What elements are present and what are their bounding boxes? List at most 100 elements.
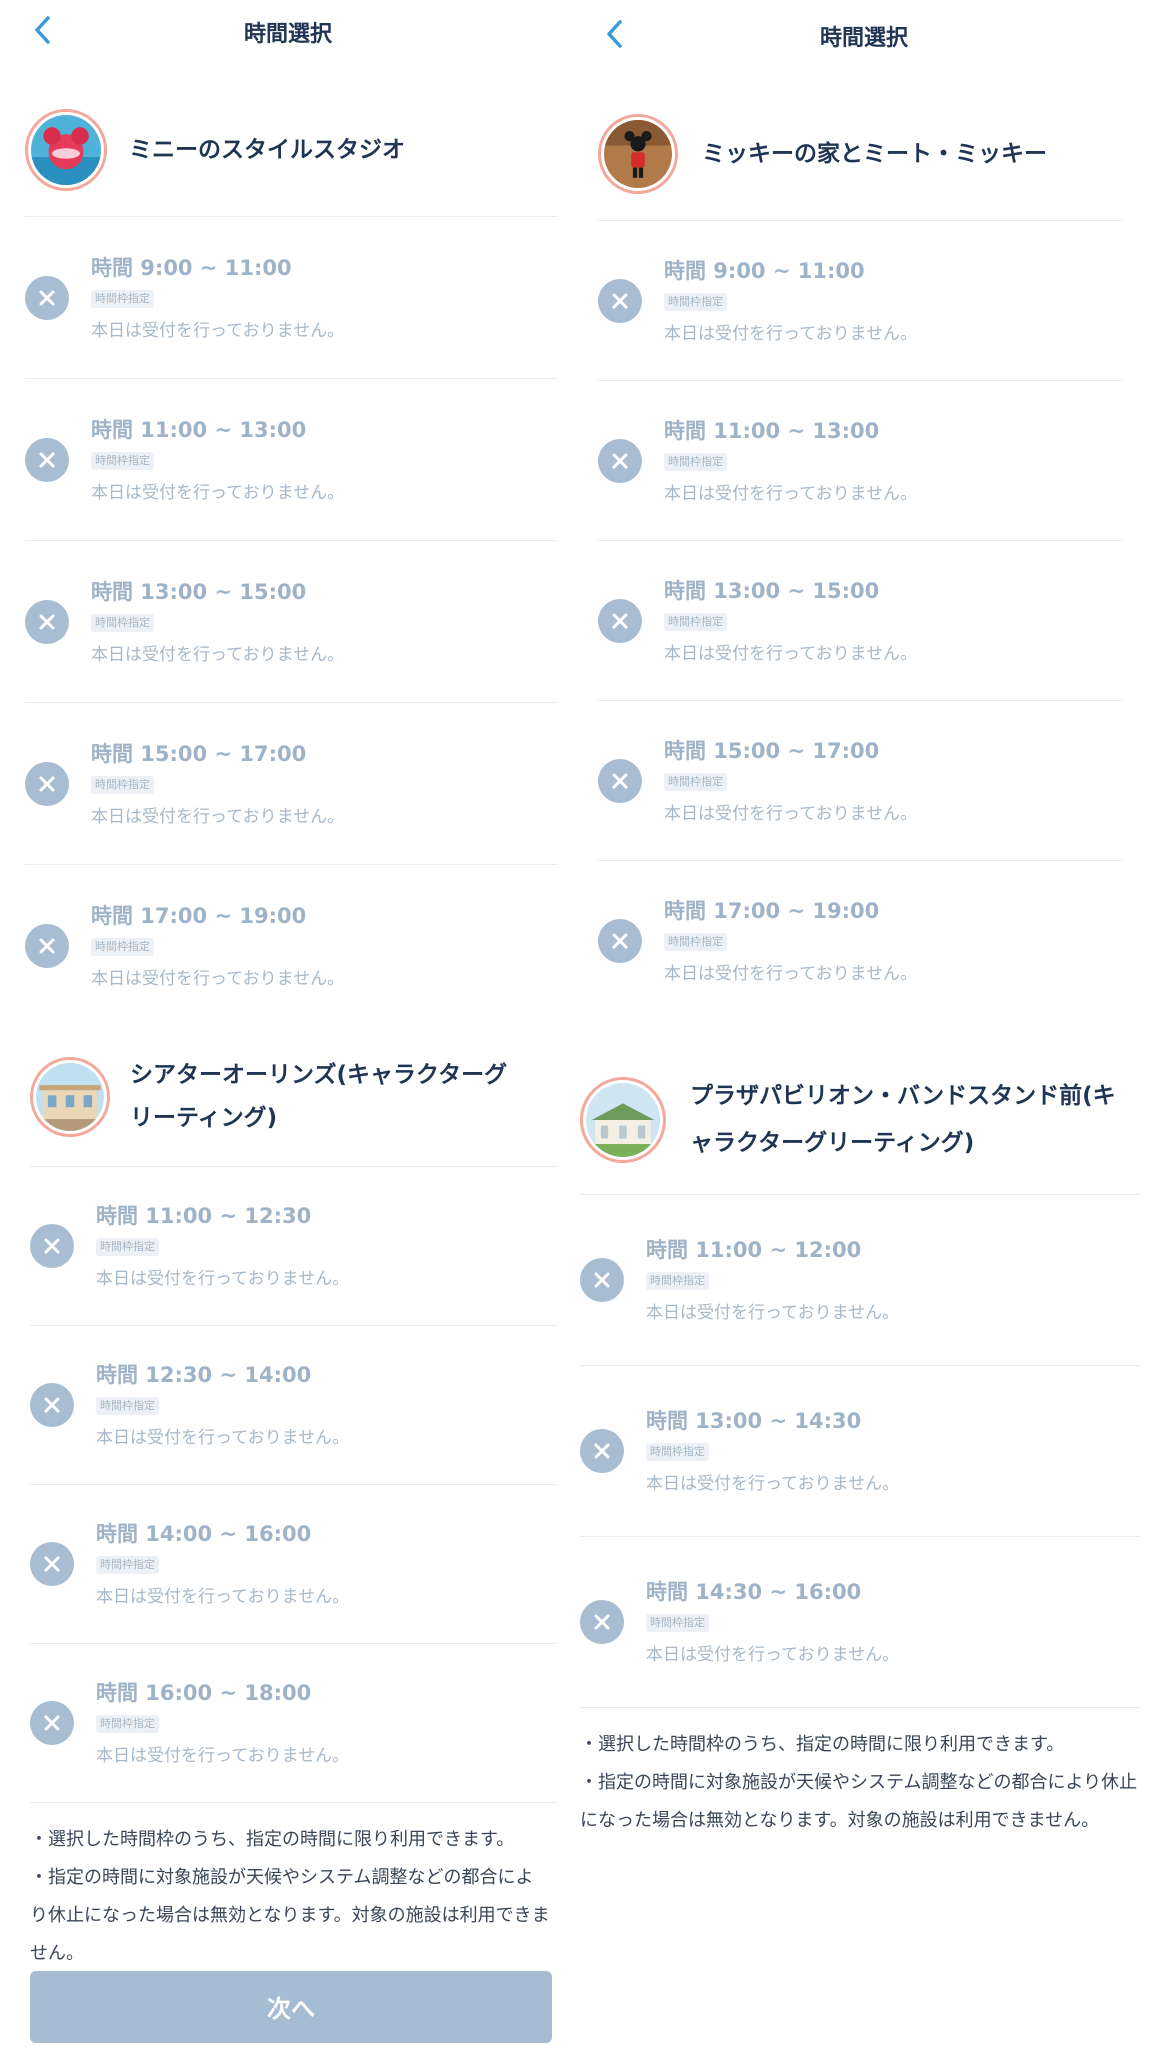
slot-time: 時間 16:00 ~ 18:00 (96, 1681, 312, 1705)
slot-tag: 時間枠指定 (91, 451, 154, 470)
slot-list: 時間 9:00 ~ 11:00 時間枠指定 本日は受付を行っておりません。 時間… (598, 220, 1123, 1021)
right-screen: 時間選択 ミッキーの家とミート・ミッキー 時間 9:00 ~ 11:00 時間枠… (576, 0, 1152, 2048)
slot-time: 時間 17:00 ~ 19:00 (664, 899, 880, 923)
slot-tag: 時間枠指定 (96, 1397, 159, 1415)
time-slot[interactable]: 時間 14:00 ~ 16:00 時間枠指定 本日は受付を行っておりません。 (30, 1485, 557, 1644)
slot-details: 時間 11:00 ~ 13:00 時間枠指定 本日は受付を行っておりません。 (664, 417, 917, 505)
slot-time: 時間 13:00 ~ 14:30 (646, 1409, 862, 1433)
notes: ・選択した時間枠のうち、指定の時間に限り利用できます。 ・指定の時間に対象施設が… (30, 1821, 550, 1973)
time-slot[interactable]: 時間 11:00 ~ 13:00 時間枠指定 本日は受付を行っておりません。 (598, 381, 1123, 541)
slot-details: 時間 13:00 ~ 15:00 時間枠指定 本日は受付を行っておりません。 (91, 578, 344, 666)
slot-details: 時間 17:00 ~ 19:00 時間枠指定 本日は受付を行っておりません。 (664, 897, 917, 985)
slot-tag: 時間枠指定 (664, 292, 727, 311)
slot-time: 時間 14:30 ~ 16:00 (646, 1580, 862, 1604)
slot-details: 時間 14:30 ~ 16:00 時間枠指定 本日は受付を行っておりません。 (646, 1578, 899, 1666)
slot-tag: 時間枠指定 (91, 613, 154, 632)
slot-status: 本日は受付を行っておりません。 (96, 1746, 350, 1766)
facility-name: ミニーのスタイルスタジオ (129, 136, 405, 163)
page-title: 時間選択 (243, 22, 332, 47)
time-slot[interactable]: 時間 11:00 ~ 12:00 時間枠指定 本日は受付を行っておりません。 (580, 1195, 1140, 1366)
close-circle-icon (25, 761, 69, 806)
mickey-house-image (604, 120, 672, 188)
slot-list: 時間 9:00 ~ 11:00 時間枠指定 本日は受付を行っておりません。 時間… (25, 216, 557, 1027)
time-slot[interactable]: 時間 16:00 ~ 18:00 時間枠指定 本日は受付を行っておりません。 (30, 1644, 557, 1803)
slot-details: 時間 13:00 ~ 14:30 時間枠指定 本日は受付を行っておりません。 (646, 1407, 899, 1495)
slot-details: 時間 15:00 ~ 17:00 時間枠指定 本日は受付を行っておりません。 (664, 737, 917, 825)
notes: ・選択した時間枠のうち、指定の時間に限り利用できます。 ・指定の時間に対象施設が… (580, 1726, 1140, 1840)
time-slot[interactable]: 時間 15:00 ~ 17:00 時間枠指定 本日は受付を行っておりません。 (25, 703, 557, 865)
facility-name: プラザパビリオン・バンドスタンド前(キャラクターグリーティング) (690, 1083, 1116, 1156)
slot-status: 本日は受付を行っておりません。 (91, 644, 345, 665)
slot-status: 本日は受付を行っておりません。 (646, 1474, 900, 1494)
next-button[interactable]: 次へ (30, 1971, 552, 2043)
slot-status: 本日は受付を行っておりません。 (96, 1269, 350, 1289)
slot-details: 時間 16:00 ~ 18:00 時間枠指定 本日は受付を行っておりません。 (96, 1679, 349, 1767)
slot-details: 時間 12:30 ~ 14:00 時間枠指定 本日は受付を行っておりません。 (96, 1361, 349, 1449)
time-slot[interactable]: 時間 12:30 ~ 14:00 時間枠指定 本日は受付を行っておりません。 (30, 1326, 557, 1485)
header: 時間選択 (576, 0, 1152, 70)
close-circle-icon (598, 438, 642, 483)
facility-section: シアターオーリンズ(キャラクターグリーティング) 時間 11:00 ~ 12:3… (30, 1052, 557, 1973)
slot-status: 本日は受付を行っておりません。 (646, 1303, 900, 1323)
slot-time: 時間 11:00 ~ 12:00 (646, 1238, 862, 1262)
slot-time: 時間 14:00 ~ 16:00 (96, 1522, 312, 1546)
time-slot[interactable]: 時間 9:00 ~ 11:00 時間枠指定 本日は受付を行っておりません。 (25, 217, 557, 379)
slot-time: 時間 9:00 ~ 11:00 (664, 258, 865, 283)
slot-list: 時間 11:00 ~ 12:30 時間枠指定 本日は受付を行っておりません。 時… (30, 1166, 557, 1803)
time-slot[interactable]: 時間 13:00 ~ 14:30 時間枠指定 本日は受付を行っておりません。 (580, 1366, 1140, 1537)
slot-tag: 時間枠指定 (91, 289, 154, 308)
slot-details: 時間 11:00 ~ 12:30 時間枠指定 本日は受付を行っておりません。 (96, 1202, 349, 1290)
facility-header: ミニーのスタイルスタジオ (25, 108, 557, 192)
slot-time: 時間 15:00 ~ 17:00 (664, 738, 880, 763)
slot-tag: 時間枠指定 (664, 933, 727, 951)
left-screen: 時間選択 ミニーのスタイルスタジオ 時間 9:00 ~ 11:00 時間枠指定 … (0, 0, 576, 2048)
time-slot[interactable]: 時間 13:00 ~ 15:00 時間枠指定 本日は受付を行っておりません。 (598, 541, 1123, 701)
slot-tag: 時間枠指定 (91, 938, 154, 956)
slot-tag: 時間枠指定 (664, 772, 727, 791)
time-slot[interactable]: 時間 13:00 ~ 15:00 時間枠指定 本日は受付を行っておりません。 (25, 541, 557, 703)
minnie-studio-image (31, 115, 101, 185)
slot-details: 時間 13:00 ~ 15:00 時間枠指定 本日は受付を行っておりません。 (664, 577, 917, 665)
time-slot[interactable]: 時間 11:00 ~ 13:00 時間枠指定 本日は受付を行っておりません。 (25, 379, 557, 541)
slot-tag: 時間枠指定 (96, 1238, 159, 1256)
close-circle-icon (25, 275, 69, 320)
note-item: ・指定の時間に対象施設が天候やシステム調整などの都合により休止になった場合は無効… (30, 1867, 550, 1964)
note-item: ・選択した時間枠のうち、指定の時間に限り利用できます。 (30, 1829, 515, 1850)
slot-status: 本日は受付を行っておりません。 (664, 803, 918, 824)
time-slot[interactable]: 時間 11:00 ~ 12:30 時間枠指定 本日は受付を行っておりません。 (30, 1167, 557, 1326)
slot-status: 本日は受付を行っておりません。 (646, 1645, 900, 1665)
slot-details: 時間 9:00 ~ 11:00 時間枠指定 本日は受付を行っておりません。 (91, 254, 344, 342)
slot-tag: 時間枠指定 (646, 1272, 709, 1290)
close-circle-icon (598, 278, 642, 323)
close-circle-icon (25, 599, 69, 644)
slot-time: 時間 11:00 ~ 13:00 (91, 417, 307, 442)
time-slot[interactable]: 時間 15:00 ~ 17:00 時間枠指定 本日は受付を行っておりません。 (598, 701, 1123, 861)
slot-status: 本日は受付を行っておりません。 (664, 323, 918, 344)
slot-details: 時間 9:00 ~ 11:00 時間枠指定 本日は受付を行っておりません。 (664, 257, 917, 345)
slot-time: 時間 11:00 ~ 13:00 (664, 418, 880, 443)
slot-status: 本日は受付を行っておりません。 (96, 1428, 350, 1448)
close-circle-icon (25, 924, 69, 968)
slot-tag: 時間枠指定 (646, 1443, 709, 1461)
facility-thumbnail (30, 1057, 110, 1137)
time-slot[interactable]: 時間 9:00 ~ 11:00 時間枠指定 本日は受付を行っておりません。 (598, 221, 1123, 381)
close-circle-icon (598, 919, 642, 963)
facility-section: プラザパビリオン・バンドスタンド前(キャラクターグリーティング) 時間 11:0… (580, 1070, 1140, 1840)
slot-list: 時間 11:00 ~ 12:00 時間枠指定 本日は受付を行っておりません。 時… (580, 1194, 1140, 1708)
slot-status: 本日は受付を行っておりません。 (664, 643, 918, 664)
time-slot[interactable]: 時間 17:00 ~ 19:00 時間枠指定 本日は受付を行っておりません。 (25, 865, 557, 1027)
close-circle-icon (30, 1224, 74, 1268)
time-slot[interactable]: 時間 17:00 ~ 19:00 時間枠指定 本日は受付を行っておりません。 (598, 861, 1123, 1021)
slot-tag: 時間枠指定 (664, 612, 727, 631)
slot-tag: 時間枠指定 (646, 1614, 709, 1632)
slot-details: 時間 14:00 ~ 16:00 時間枠指定 本日は受付を行っておりません。 (96, 1520, 349, 1608)
slot-time: 時間 13:00 ~ 15:00 (664, 578, 880, 603)
slot-tag: 時間枠指定 (96, 1556, 159, 1574)
page-title: 時間選択 (819, 26, 908, 51)
facility-section: ミニーのスタイルスタジオ 時間 9:00 ~ 11:00 時間枠指定 本日は受付… (25, 108, 557, 1027)
facility-header: ミッキーの家とミート・ミッキー (598, 112, 1123, 196)
close-circle-icon (598, 598, 642, 643)
facility-name: シアターオーリンズ(キャラクターグリーティング) (130, 1062, 508, 1131)
slot-status: 本日は受付を行っておりません。 (91, 806, 345, 827)
time-slot[interactable]: 時間 14:30 ~ 16:00 時間枠指定 本日は受付を行っておりません。 (580, 1537, 1140, 1708)
